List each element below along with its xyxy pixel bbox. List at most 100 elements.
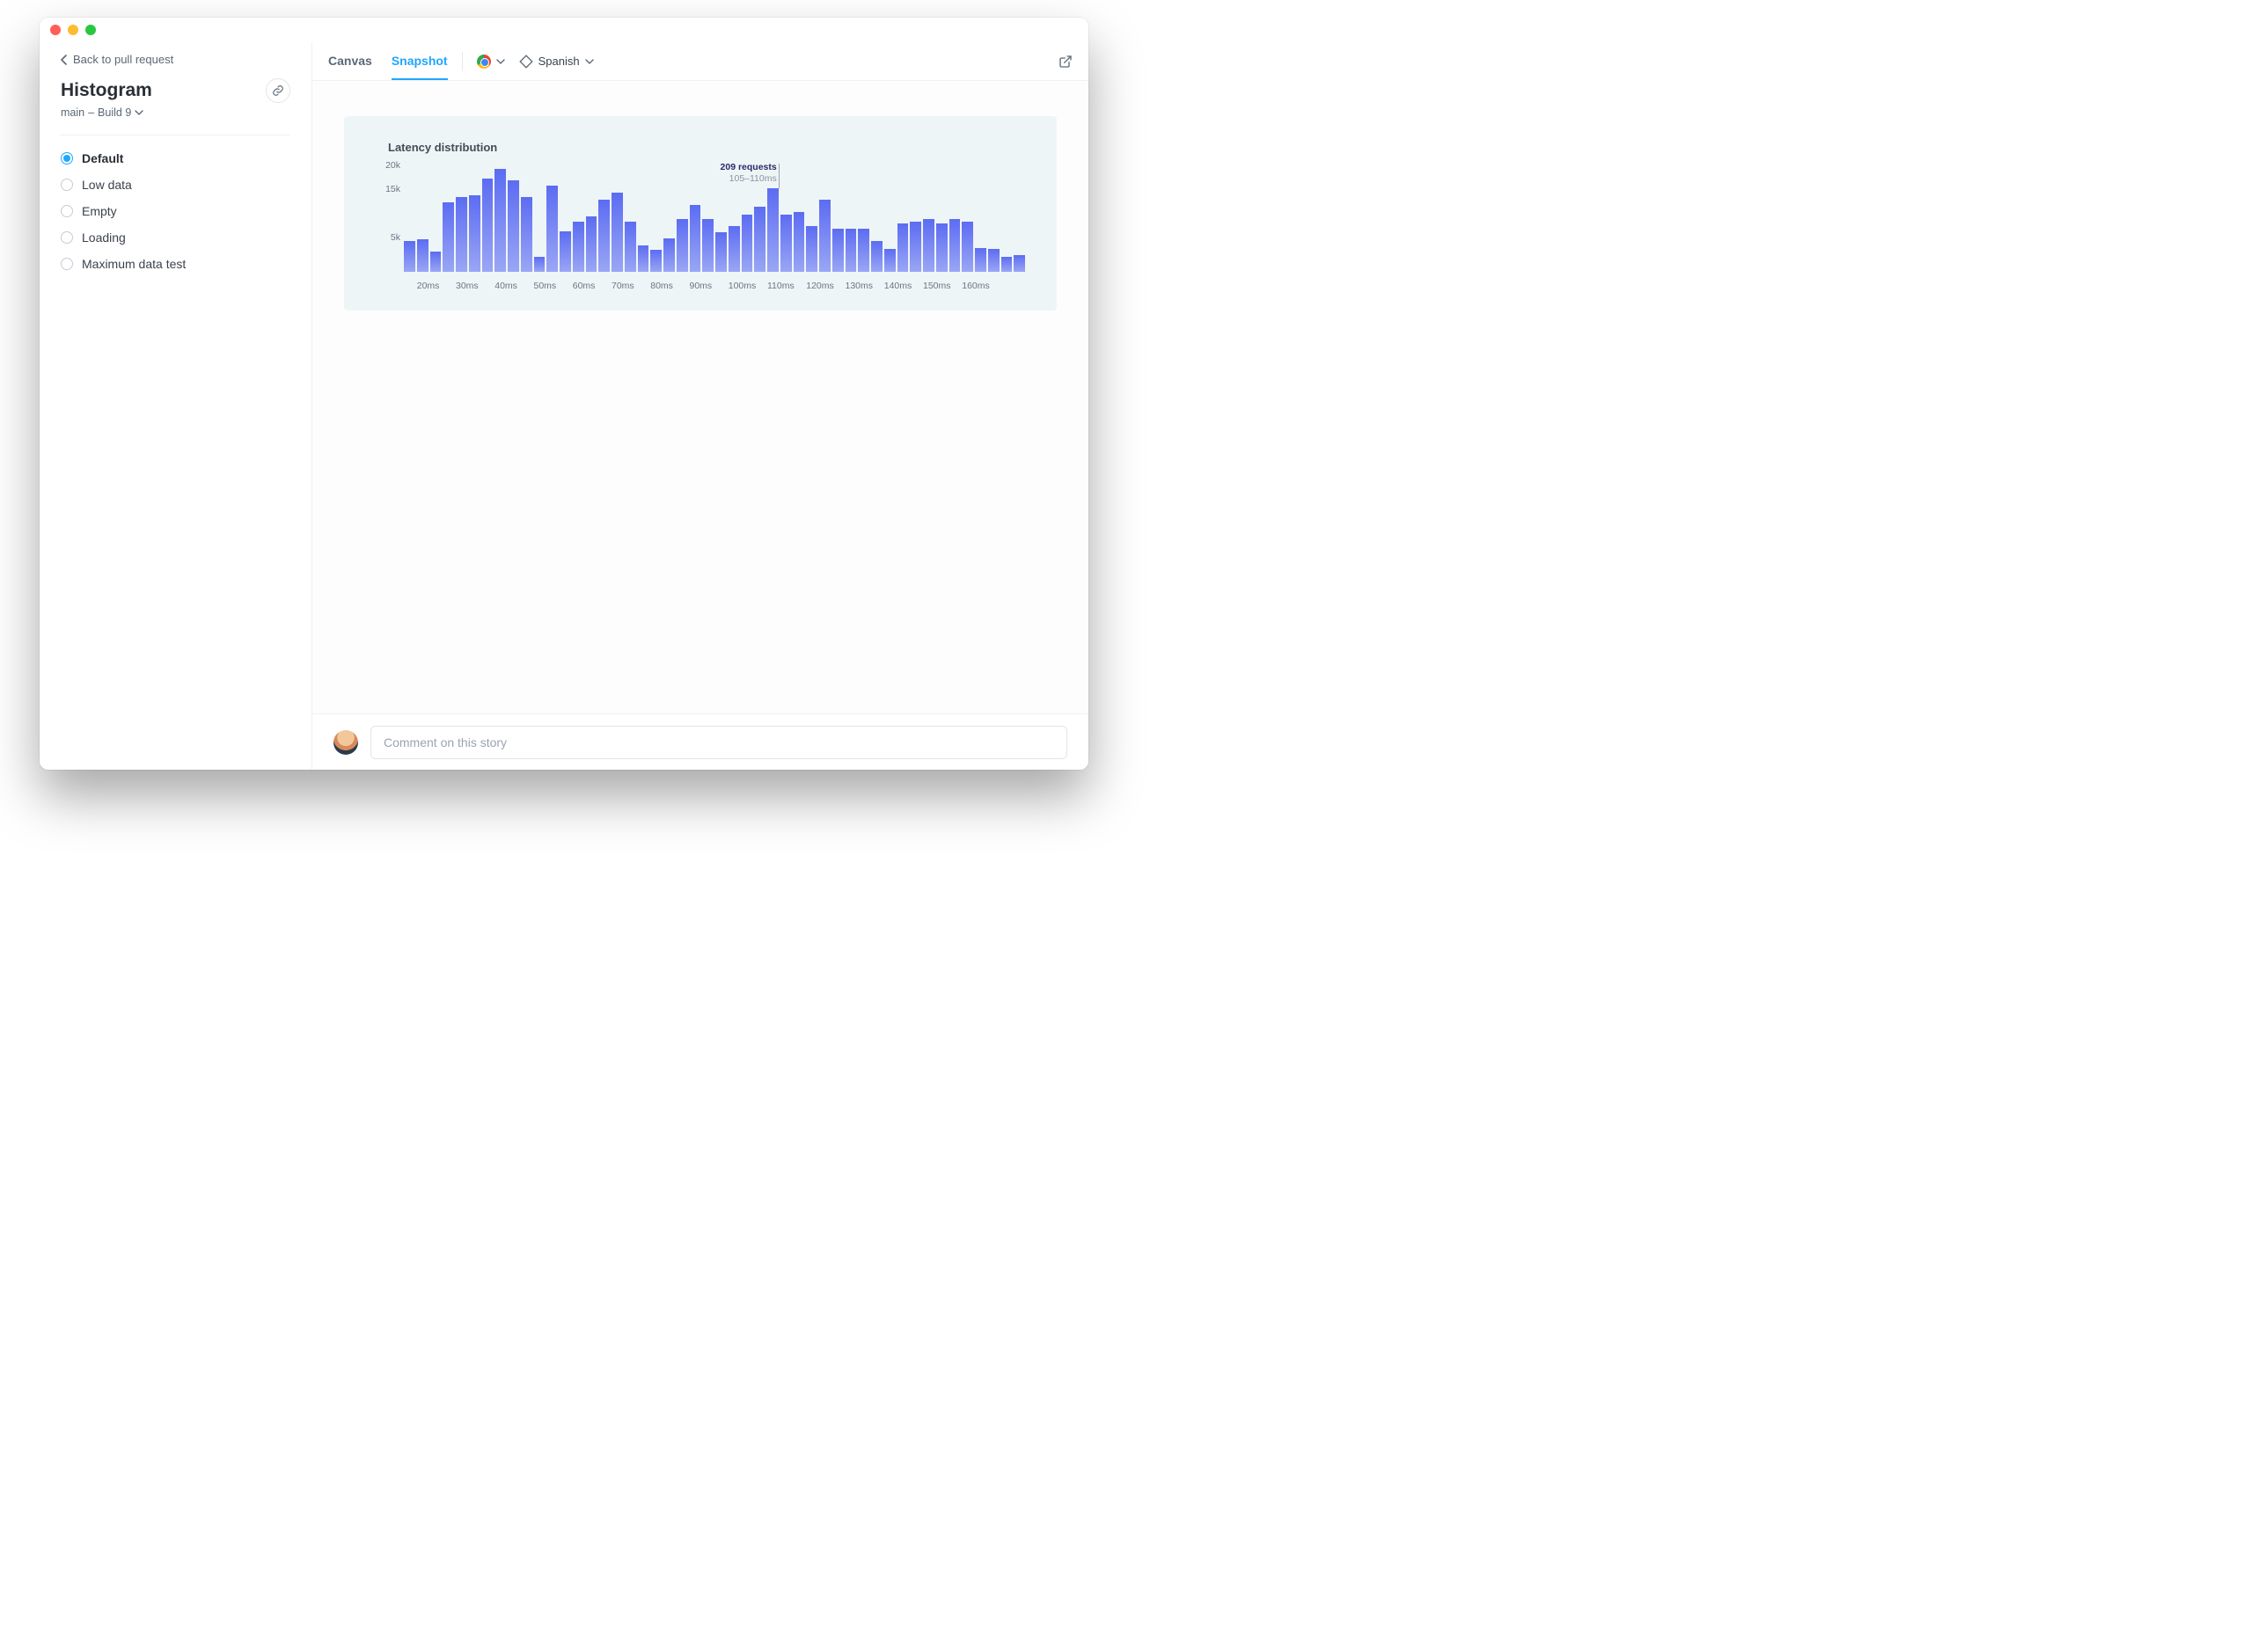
language-select[interactable]: Spanish: [519, 55, 594, 69]
radio-icon: [61, 205, 73, 217]
back-link[interactable]: Back to pull request: [61, 53, 290, 66]
chart-bar[interactable]: [936, 223, 948, 272]
open-external-button[interactable]: [1058, 55, 1073, 69]
page-title: Histogram: [61, 80, 152, 101]
chart-bar[interactable]: [625, 222, 636, 272]
xtick-slot: 60ms: [573, 281, 584, 291]
chart-bar[interactable]: [417, 239, 428, 272]
breadcrumb[interactable]: main – Build 9: [61, 106, 290, 119]
chevron-down-icon: [496, 59, 505, 64]
chart-yaxis: 20k15k5k: [376, 166, 404, 272]
window-close-icon[interactable]: [50, 25, 61, 35]
xtick-slot: [715, 281, 727, 291]
chart-plot: 20k15k5k 209 requests 105–110ms 20ms30ms…: [376, 166, 1025, 291]
chart-bar[interactable]: [962, 222, 973, 272]
radio-icon: [61, 152, 73, 164]
chart-bar[interactable]: [677, 219, 688, 272]
chart-bar[interactable]: [663, 238, 675, 272]
browser-select[interactable]: [477, 55, 505, 69]
xtick-slot: 80ms: [650, 281, 662, 291]
xtick-slot: [638, 281, 649, 291]
chart-bar[interactable]: [884, 249, 896, 272]
chart: Latency distribution 20k15k5k 209 reques…: [376, 141, 1025, 291]
story-label: Empty: [82, 204, 117, 218]
xtick: 100ms: [729, 281, 740, 291]
chart-bar[interactable]: [1014, 255, 1025, 272]
chart-bar[interactable]: [494, 169, 506, 272]
chart-bar[interactable]: [612, 193, 623, 272]
chart-bar[interactable]: [780, 215, 792, 272]
xtick-slot: 150ms: [923, 281, 934, 291]
radio-icon: [61, 179, 73, 191]
chart-bar[interactable]: [806, 226, 817, 272]
chart-bar[interactable]: [819, 200, 831, 272]
chart-bar[interactable]: [508, 180, 519, 272]
xtick: 120ms: [806, 281, 817, 291]
chart-bar[interactable]: [560, 231, 571, 272]
window-zoom-icon[interactable]: [85, 25, 96, 35]
chart-bar[interactable]: [702, 219, 714, 272]
chart-bar[interactable]: [638, 245, 649, 272]
chart-bar[interactable]: [546, 186, 558, 272]
xtick-slot: [858, 281, 869, 291]
sidebar-story-item[interactable]: Loading: [61, 227, 290, 248]
story-label: Maximum data test: [82, 257, 186, 271]
chart-bar[interactable]: [430, 252, 442, 272]
chart-xaxis: 20ms30ms40ms50ms60ms70ms80ms90ms100ms110…: [404, 281, 1025, 291]
chart-bar[interactable]: [846, 229, 857, 272]
chart-bar[interactable]: [742, 215, 753, 272]
chart-bar[interactable]: [456, 197, 467, 272]
sidebar-story-item[interactable]: Default: [61, 148, 290, 169]
chart-bar[interactable]: [871, 241, 883, 272]
sidebar-story-item[interactable]: Low data: [61, 174, 290, 195]
chart-bar[interactable]: [650, 250, 662, 272]
chart-bar[interactable]: [443, 202, 454, 272]
xtick-slot: [794, 281, 805, 291]
story-label: Low data: [82, 178, 132, 192]
xtick-slot: 40ms: [494, 281, 506, 291]
ytick: 15k: [385, 184, 400, 194]
chart-bar[interactable]: [690, 205, 701, 272]
story-label: Default: [82, 151, 123, 165]
chart-bar[interactable]: [975, 248, 986, 272]
chart-bar[interactable]: [534, 257, 546, 272]
chart-bar[interactable]: [988, 249, 1000, 272]
window-minimize-icon[interactable]: [68, 25, 78, 35]
chart-bar[interactable]: [923, 219, 934, 272]
chart-bar[interactable]: [1001, 257, 1013, 272]
avatar[interactable]: [333, 730, 358, 755]
xtick-slot: [871, 281, 883, 291]
chevron-down-icon: [135, 110, 143, 115]
xtick-slot: 100ms: [729, 281, 740, 291]
copy-link-button[interactable]: [266, 78, 290, 103]
chart-bar[interactable]: [404, 241, 415, 272]
tab-canvas[interactable]: Canvas: [328, 42, 372, 80]
chart-bar[interactable]: [573, 222, 584, 272]
chart-bar[interactable]: [469, 195, 480, 272]
xtick-slot: [819, 281, 831, 291]
xtick-slot: [469, 281, 480, 291]
tabs: Canvas Snapshot: [328, 42, 448, 80]
xtick: 50ms: [534, 281, 546, 291]
chart-bar[interactable]: [858, 229, 869, 272]
chart-bar[interactable]: [521, 197, 532, 272]
xtick-slot: [949, 281, 961, 291]
chart-bar[interactable]: [598, 200, 610, 272]
tab-snapshot[interactable]: Snapshot: [392, 42, 448, 80]
chart-bar[interactable]: [754, 207, 765, 272]
toolbar: Canvas Snapshot Spanish: [312, 42, 1088, 81]
comment-input[interactable]: [370, 726, 1067, 759]
sidebar-story-item[interactable]: Empty: [61, 201, 290, 222]
chart-bar[interactable]: [715, 232, 727, 272]
chart-bar[interactable]: [729, 226, 740, 272]
chart-bar[interactable]: [910, 222, 921, 272]
chart-bar[interactable]: [482, 179, 494, 272]
chart-bar[interactable]: [794, 212, 805, 272]
chart-bar[interactable]: [897, 223, 909, 272]
chart-bar[interactable]: [832, 229, 844, 272]
chart-bar[interactable]: [949, 219, 961, 272]
xtick-slot: [521, 281, 532, 291]
chart-bar[interactable]: [586, 216, 597, 272]
sidebar-story-item[interactable]: Maximum data test: [61, 253, 290, 274]
chart-bar[interactable]: [767, 188, 779, 272]
